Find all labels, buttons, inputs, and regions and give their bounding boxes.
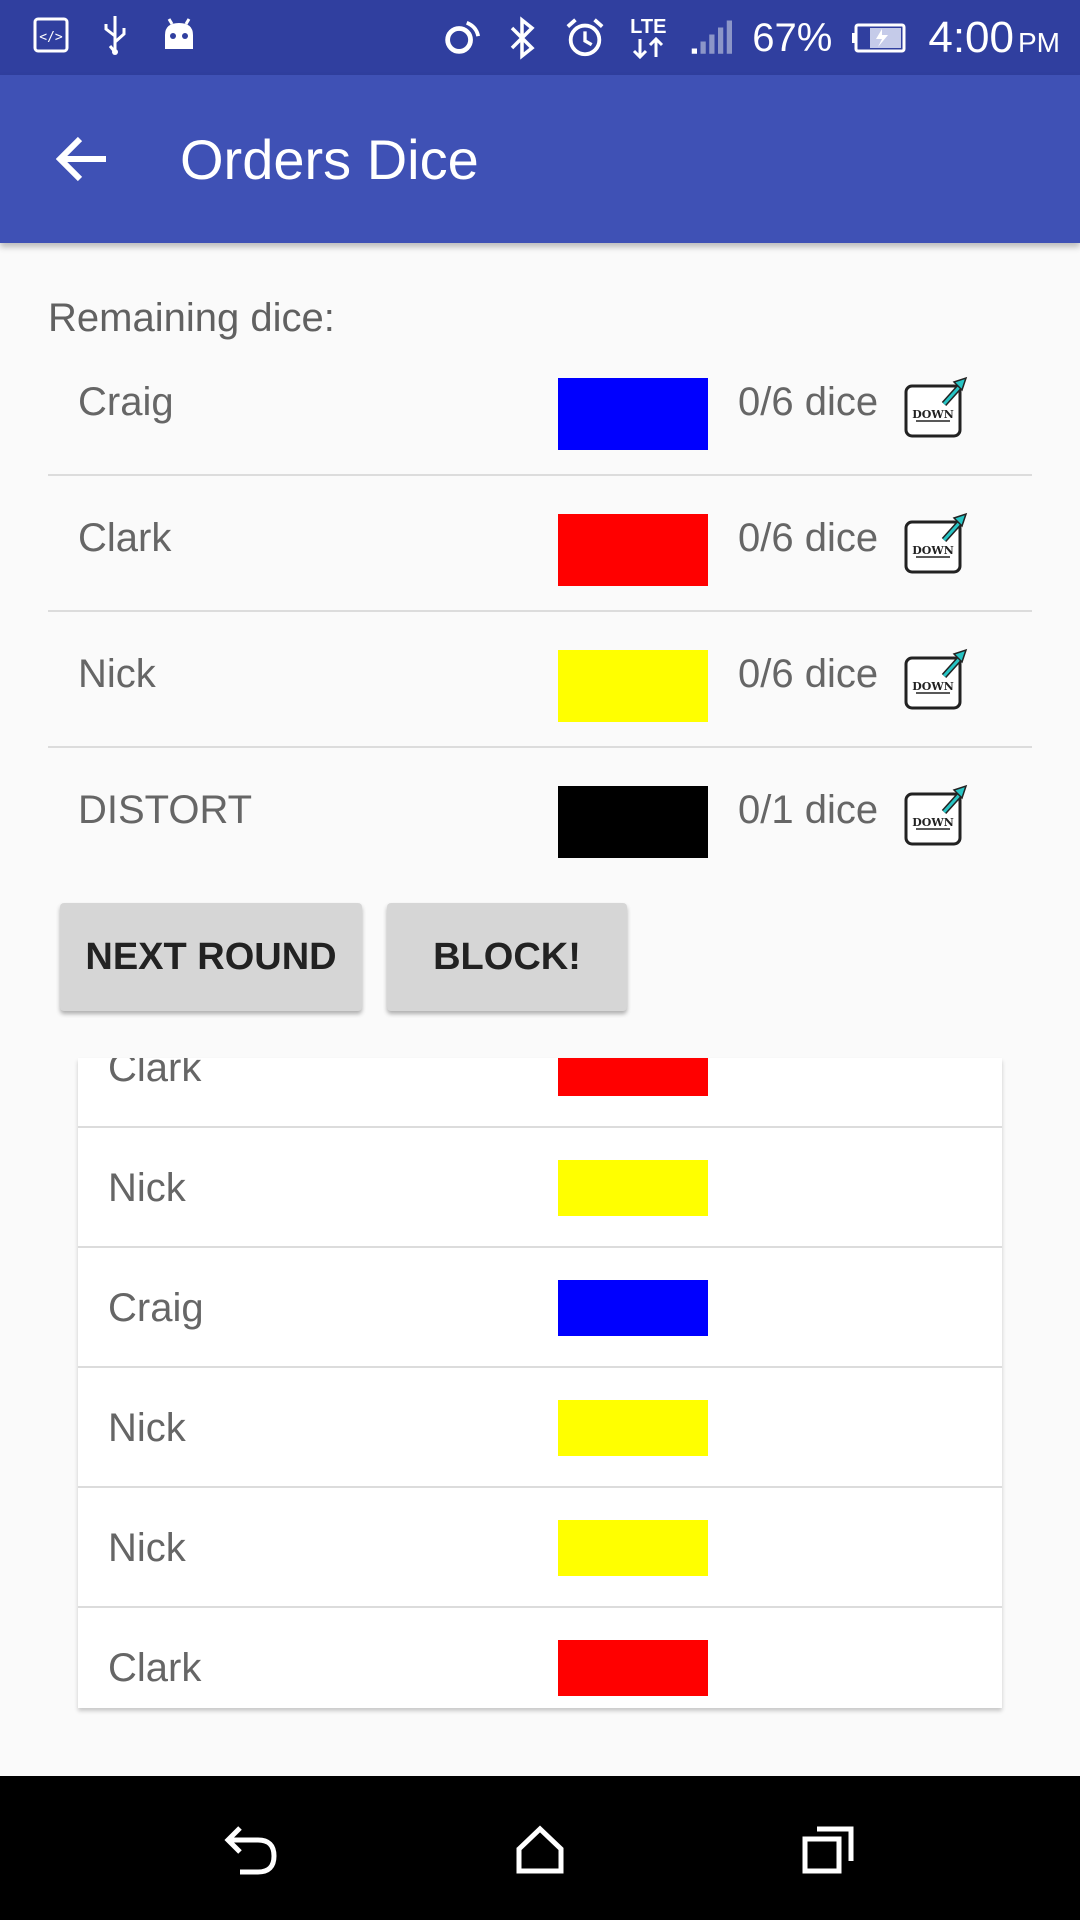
player-name: Craig <box>108 1286 204 1330</box>
dice-count: 0/1 dice <box>738 788 879 832</box>
usb-icon <box>94 14 136 56</box>
draw-down-icon[interactable]: DOWN <box>904 376 968 440</box>
player-color-swatch <box>558 1058 708 1096</box>
home-icon <box>515 1825 565 1880</box>
player-name: DISTORT <box>78 788 253 832</box>
code-icon: </> <box>30 14 72 56</box>
player-name: Craig <box>78 380 174 424</box>
rolled-dice-list[interactable]: Clark Nick Craig Nick Nick Clark <box>78 1058 1002 1708</box>
clock: 4:00 PM <box>928 13 1060 62</box>
svg-text:DOWN: DOWN <box>912 816 954 829</box>
player-color-swatch <box>558 650 708 722</box>
draw-down-icon[interactable]: DOWN <box>904 784 968 848</box>
svg-text:DOWN: DOWN <box>912 544 954 557</box>
hotspot-icon <box>440 17 482 59</box>
svg-text:</>: </> <box>39 30 63 45</box>
remaining-dice-label: Remaining dice: <box>48 296 335 340</box>
list-item: Nick <box>78 1368 1002 1488</box>
android-debug-icon <box>158 14 200 56</box>
list-item: Clark <box>78 1608 1002 1708</box>
remaining-row: Clark 0/6 dice DOWN <box>48 476 1032 612</box>
nav-back-icon <box>224 1824 280 1881</box>
list-item: Nick <box>78 1488 1002 1608</box>
player-color-swatch <box>558 1640 708 1696</box>
draw-down-icon[interactable]: DOWN <box>904 512 968 576</box>
battery-charging-icon <box>852 17 908 59</box>
player-color-swatch <box>558 1280 708 1336</box>
remaining-dice-list: Craig 0/6 dice DOWN Clark 0/6 dice DOWN Nick 0/… <box>48 340 1032 882</box>
list-item: Clark <box>78 1058 1002 1128</box>
block-button[interactable]: BLOCK! <box>387 903 627 1011</box>
player-name: Nick <box>78 652 156 696</box>
nav-back-button[interactable] <box>212 1812 292 1892</box>
page-title: Orders Dice <box>180 128 479 191</box>
list-item: Nick <box>78 1128 1002 1248</box>
dice-count: 0/6 dice <box>738 516 879 560</box>
player-color-swatch <box>558 1160 708 1216</box>
next-round-button[interactable]: NEXT ROUND <box>60 903 362 1011</box>
remaining-row: Craig 0/6 dice DOWN <box>48 340 1032 476</box>
alarm-icon <box>564 17 606 59</box>
bluetooth-icon <box>502 16 544 60</box>
app-bar: Orders Dice <box>0 75 1080 243</box>
player-name: Clark <box>108 1646 202 1690</box>
status-bar: </> LTE 67% 4:00 PM <box>0 0 1080 75</box>
player-color-swatch <box>558 378 708 450</box>
nav-recents-button[interactable] <box>788 1812 868 1892</box>
player-color-swatch <box>558 1520 708 1576</box>
player-name: Nick <box>108 1406 186 1450</box>
player-color-swatch <box>558 786 708 858</box>
player-name: Clark <box>78 516 172 560</box>
signal-icon <box>690 17 733 59</box>
lte-icon: LTE <box>626 17 670 59</box>
draw-down-icon[interactable]: DOWN <box>904 648 968 712</box>
battery-percent: 67% <box>752 15 833 60</box>
dice-count: 0/6 dice <box>738 652 879 696</box>
nav-home-button[interactable] <box>500 1812 580 1892</box>
player-name: Nick <box>108 1166 186 1210</box>
svg-text:DOWN: DOWN <box>912 680 954 693</box>
remaining-row: DISTORT 0/1 dice DOWN <box>48 748 1032 882</box>
navigation-bar <box>0 1776 1080 1920</box>
remaining-row: Nick 0/6 dice DOWN <box>48 612 1032 748</box>
svg-text:DOWN: DOWN <box>912 408 954 421</box>
list-item: Craig <box>78 1248 1002 1368</box>
player-color-swatch <box>558 1400 708 1456</box>
arrow-left-icon <box>55 135 108 188</box>
player-name: Nick <box>108 1526 186 1570</box>
player-name: Clark <box>108 1058 202 1090</box>
dice-count: 0/6 dice <box>738 380 879 424</box>
back-button[interactable] <box>42 121 122 201</box>
player-color-swatch <box>558 514 708 586</box>
recents-icon <box>801 1825 855 1880</box>
